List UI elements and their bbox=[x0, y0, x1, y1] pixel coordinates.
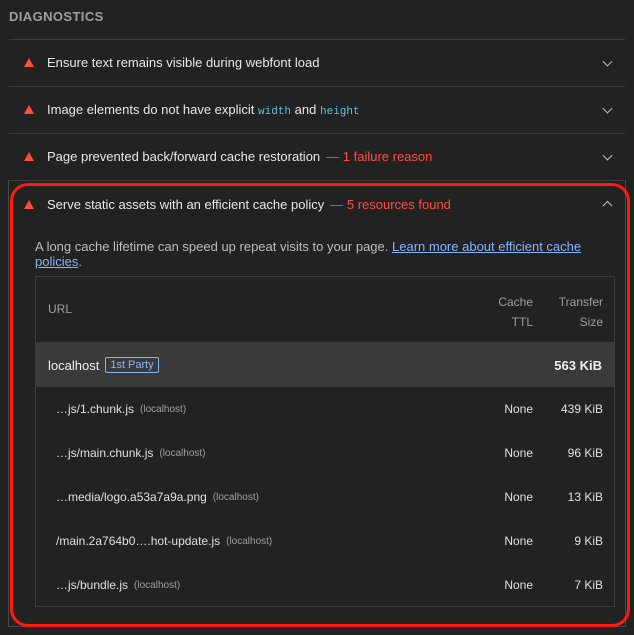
resource-host: (localhost) bbox=[140, 403, 187, 415]
fail-triangle-icon bbox=[24, 58, 34, 67]
audit-display-value: — 5 resources found bbox=[330, 196, 451, 212]
fail-triangle-icon bbox=[24, 199, 34, 209]
audit-display-value: — 1 failure reason bbox=[326, 149, 433, 164]
resource-url[interactable]: …js/1.chunk.js bbox=[56, 402, 134, 416]
table-row: …js/bundle.js (localhost) None 7 KiB bbox=[36, 563, 614, 607]
resource-url[interactable]: …media/logo.a53a7a9a.png bbox=[56, 490, 207, 504]
chevron-down-icon[interactable] bbox=[602, 56, 613, 67]
resource-host: (localhost) bbox=[134, 579, 181, 591]
resource-size: 439 KiB bbox=[560, 402, 603, 416]
resource-url[interactable]: …js/main.chunk.js bbox=[56, 446, 153, 460]
resource-size: 13 KiB bbox=[567, 490, 603, 504]
code-width: width bbox=[258, 105, 292, 118]
audit-title: Ensure text remains visible during webfo… bbox=[47, 55, 320, 70]
resources-table: URL Cache TTL Transfer Size localhost 1s… bbox=[35, 276, 615, 607]
audit-title: Page prevented back/forward cache restor… bbox=[47, 149, 321, 164]
table-header: URL Cache TTL Transfer Size bbox=[36, 277, 614, 343]
audit-cache-policy-panel: Serve static assets with an efficient ca… bbox=[8, 180, 626, 627]
chevron-up-icon[interactable] bbox=[602, 200, 613, 211]
chevron-down-icon[interactable] bbox=[602, 150, 613, 161]
table-row: …js/1.chunk.js (localhost) None 439 KiB bbox=[36, 387, 614, 431]
audit-title-mid: and bbox=[294, 101, 317, 117]
chevron-down-icon[interactable] bbox=[602, 103, 613, 114]
fail-triangle-icon bbox=[24, 152, 34, 161]
header-transfer-size: Transfer Size bbox=[558, 295, 603, 329]
audit-webfont[interactable]: Ensure text remains visible during webfo… bbox=[9, 39, 625, 85]
table-row: …js/main.chunk.js (localhost) None 96 Ki… bbox=[36, 431, 614, 475]
section-title: DIAGNOSTICS bbox=[9, 9, 104, 24]
header-cache-ttl: Cache TTL bbox=[498, 295, 533, 329]
audit-title: Image elements do not have explicit widt… bbox=[47, 102, 360, 118]
table-row: /main.2a764b0….hot-update.js (localhost)… bbox=[36, 519, 614, 563]
resource-ttl: None bbox=[504, 402, 533, 416]
resource-url[interactable]: …js/bundle.js bbox=[56, 578, 128, 592]
resource-ttl: None bbox=[504, 534, 533, 548]
resource-host: (localhost) bbox=[212, 491, 259, 503]
table-row: …media/logo.a53a7a9a.png (localhost) Non… bbox=[36, 475, 614, 519]
resource-size: 96 KiB bbox=[567, 446, 603, 460]
resource-size: 7 KiB bbox=[574, 578, 603, 592]
header-url: URL bbox=[48, 302, 73, 316]
resource-host: (localhost) bbox=[226, 535, 273, 547]
audit-title: Serve static assets with an efficient ca… bbox=[47, 196, 325, 212]
audit-cache-policy[interactable]: Serve static assets with an efficient ca… bbox=[9, 181, 625, 227]
resource-size: 9 KiB bbox=[574, 534, 603, 548]
resource-ttl: None bbox=[504, 446, 533, 460]
audit-description: A long cache lifetime can speed up repea… bbox=[35, 239, 582, 269]
resource-ttl: None bbox=[504, 578, 533, 592]
resource-host: (localhost) bbox=[159, 447, 206, 459]
resource-url[interactable]: /main.2a764b0….hot-update.js bbox=[56, 534, 220, 548]
entity-group-row: localhost 1st Party 563 KiB bbox=[36, 343, 614, 387]
first-party-badge: 1st Party bbox=[105, 357, 159, 373]
entity-name: localhost bbox=[48, 357, 100, 373]
audit-title-prefix: Image elements do not have explicit bbox=[47, 101, 255, 117]
entity-size: 563 KiB bbox=[554, 357, 602, 373]
audit-image-dimensions[interactable]: Image elements do not have explicit widt… bbox=[9, 86, 625, 132]
code-height: height bbox=[320, 105, 360, 118]
audit-bfcache[interactable]: Page prevented back/forward cache restor… bbox=[9, 133, 625, 179]
fail-triangle-icon bbox=[24, 105, 34, 114]
resource-ttl: None bbox=[504, 490, 533, 504]
